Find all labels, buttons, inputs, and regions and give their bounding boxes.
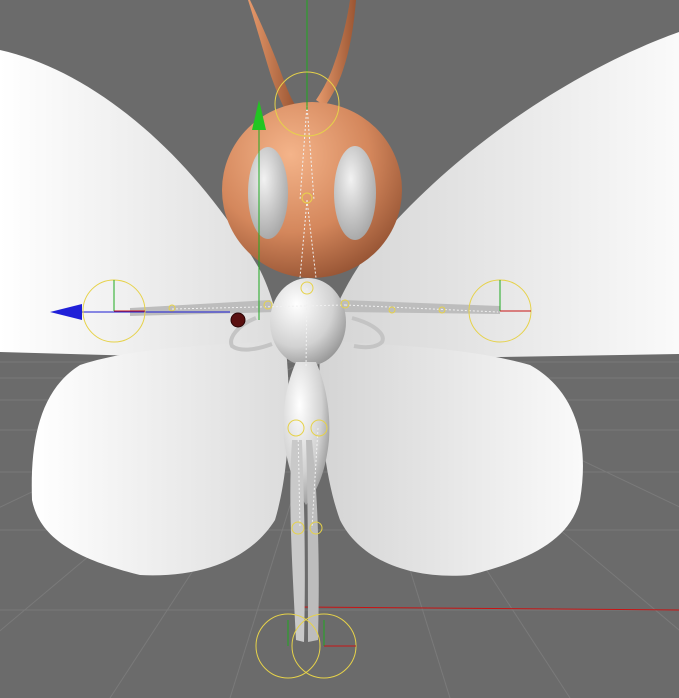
selected-joint[interactable]: [230, 312, 246, 328]
right-lower-wing[interactable]: [319, 340, 583, 576]
left-lower-wing[interactable]: [31, 340, 289, 576]
chest[interactable]: [270, 278, 346, 366]
right-eye[interactable]: [334, 146, 376, 240]
3d-viewport[interactable]: [0, 0, 679, 698]
left-eye[interactable]: [248, 147, 288, 239]
